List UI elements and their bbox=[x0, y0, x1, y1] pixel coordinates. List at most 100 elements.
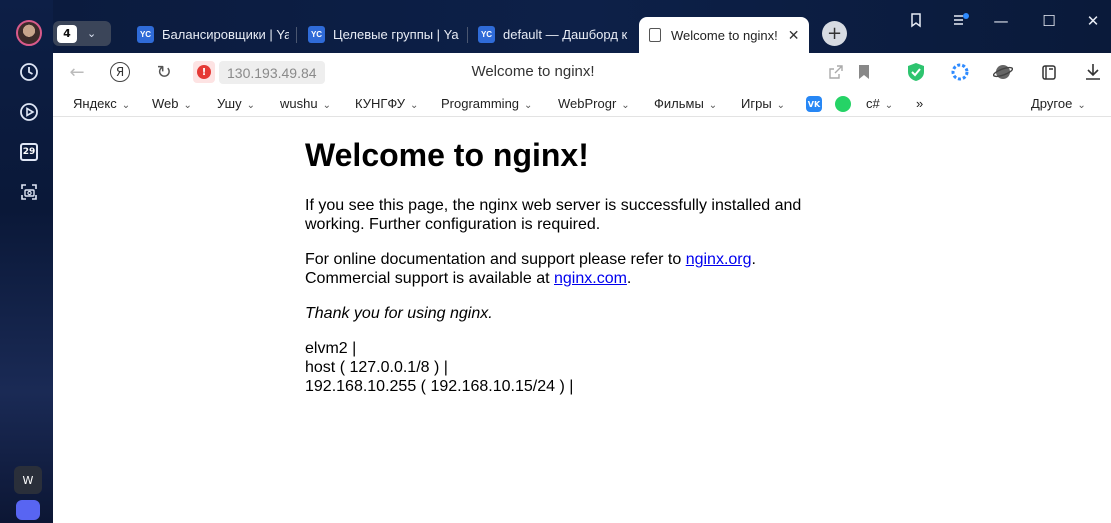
bookmark-icon[interactable] bbox=[854, 62, 874, 82]
chevron-down-icon: ⌄ bbox=[87, 27, 97, 40]
screenshot-icon[interactable] bbox=[16, 179, 42, 205]
tab-label: Балансировщики | Ya bbox=[162, 27, 289, 42]
docs-paragraph: For online documentation and support ple… bbox=[305, 250, 825, 288]
tab-nginx-active[interactable]: Welcome to nginx! ✕ bbox=[639, 17, 809, 53]
sidebar-app-w[interactable]: W bbox=[14, 466, 42, 494]
bookmark-folder[interactable]: wushu ⌄ bbox=[280, 96, 331, 111]
profile-avatar[interactable] bbox=[16, 20, 42, 46]
bookmark-label: wushu bbox=[280, 96, 318, 111]
tab-separator bbox=[467, 27, 468, 43]
bookmarks-panel-icon[interactable] bbox=[906, 12, 926, 32]
chevron-down-icon: ⌄ bbox=[776, 100, 786, 111]
yandex-logo-icon[interactable]: Я bbox=[110, 62, 130, 82]
reload-icon[interactable]: ↻ bbox=[154, 62, 174, 83]
chevron-down-icon: ⌄ bbox=[524, 100, 533, 111]
share-icon[interactable] bbox=[826, 62, 846, 82]
bookmarks-bar: Яндекс ⌄ Web ⌄ Ушу ⌄ wushu ⌄ КУНГФУ ⌄ Program… bbox=[53, 91, 1111, 117]
chevron-down-icon: ⌄ bbox=[409, 100, 419, 111]
calendar-day: 29 bbox=[20, 143, 38, 161]
thanks-text: Thank you for using nginx. bbox=[305, 305, 493, 322]
nginx-com-link[interactable]: nginx.com bbox=[554, 270, 627, 287]
bookmark-folder-other[interactable]: Другое ⌄ bbox=[1031, 96, 1086, 111]
collections-icon[interactable] bbox=[1039, 62, 1059, 82]
info-line: elvm2 | bbox=[305, 340, 357, 357]
yandex-cloud-icon: YC bbox=[137, 26, 154, 43]
tab-label: default — Дашборд к bbox=[503, 27, 628, 42]
bookmark-label: c# bbox=[866, 96, 880, 111]
bookmark-folder[interactable]: КУНГФУ ⌄ bbox=[355, 96, 418, 111]
info-line: 192.168.10.255 ( 192.168.10.15/24 ) | bbox=[305, 378, 574, 395]
chevron-down-icon: ⌄ bbox=[183, 100, 192, 111]
chevron-down-icon: ⌄ bbox=[1077, 100, 1086, 111]
bookmarks-more-button[interactable]: » bbox=[916, 96, 923, 111]
play-icon[interactable] bbox=[16, 99, 42, 125]
chevron-down-icon: ⌄ bbox=[884, 100, 894, 111]
chevron-down-icon: ⌄ bbox=[708, 100, 718, 111]
bookmark-folder[interactable]: c# ⌄ bbox=[866, 96, 893, 111]
tab-dashboard[interactable]: YC default — Дашборд к bbox=[478, 21, 630, 48]
bookmark-folder[interactable]: Игры ⌄ bbox=[741, 96, 785, 111]
whatsapp-icon[interactable] bbox=[835, 96, 851, 112]
bookmark-label: Фильмы bbox=[654, 96, 704, 111]
sync-icon[interactable] bbox=[950, 62, 970, 82]
bookmark-label: Web bbox=[152, 96, 179, 111]
chevron-down-icon: ⌄ bbox=[322, 100, 331, 111]
docs-text: . bbox=[626, 270, 632, 287]
bookmark-label: Ушу bbox=[217, 96, 242, 111]
browser-sidebar: 29 W bbox=[0, 0, 53, 523]
menu-icon[interactable] bbox=[951, 12, 971, 32]
insecure-warning-icon[interactable]: ! bbox=[193, 61, 215, 83]
tab-separator bbox=[296, 27, 297, 43]
docs-text: For online documentation and support ple… bbox=[305, 251, 686, 268]
info-line: host ( 127.0.0.1/8 ) | bbox=[305, 359, 448, 376]
tab-group-button[interactable]: 4 ⌄ bbox=[53, 21, 111, 46]
tab-bar: 4 ⌄ YC Балансировщики | Ya YC Целевые гр… bbox=[53, 0, 1111, 53]
url-field[interactable]: 130.193.49.84 bbox=[219, 61, 325, 84]
nginx-welcome: Welcome to nginx! If you see this page, … bbox=[305, 137, 825, 396]
history-icon[interactable] bbox=[16, 59, 42, 85]
back-arrow-icon[interactable]: ← bbox=[67, 62, 87, 83]
yandex-cloud-icon: YC bbox=[478, 26, 495, 43]
document-icon bbox=[649, 28, 661, 42]
page-heading: Welcome to nginx! bbox=[305, 137, 589, 173]
vk-icon[interactable]: VK bbox=[806, 96, 822, 112]
new-tab-button[interactable]: + bbox=[822, 21, 847, 46]
close-window-button[interactable]: ✕ bbox=[1083, 12, 1103, 30]
chevron-down-icon: ⌄ bbox=[246, 100, 255, 111]
chevron-down-icon: ⌄ bbox=[621, 100, 630, 111]
vpn-globe-icon[interactable] bbox=[993, 62, 1013, 82]
bookmark-folder[interactable]: Ушу ⌄ bbox=[217, 96, 255, 111]
tab-count: 4 bbox=[57, 24, 77, 43]
bookmark-label: Programming bbox=[441, 96, 520, 111]
protect-shield-icon[interactable] bbox=[906, 62, 926, 82]
bookmark-folder[interactable]: WebProgr ⌄ bbox=[558, 96, 630, 111]
maximize-button[interactable]: ☐ bbox=[1039, 12, 1059, 30]
bookmark-label: WebProgr bbox=[558, 96, 617, 111]
bookmark-folder[interactable]: Яндекс ⌄ bbox=[73, 96, 130, 111]
yandex-cloud-icon: YC bbox=[308, 26, 325, 43]
bookmark-folder[interactable]: Programming ⌄ bbox=[441, 96, 532, 111]
tab-label: Целевые группы | Ya bbox=[333, 27, 459, 42]
tab-balancers[interactable]: YC Балансировщики | Ya bbox=[137, 21, 289, 48]
address-bar: ← Я ↻ ! 130.193.49.84 Welcome to nginx! bbox=[53, 53, 1111, 91]
bookmark-label: Игры bbox=[741, 96, 772, 111]
bookmark-label: КУНГФУ bbox=[355, 96, 405, 111]
page-content: Welcome to nginx! If you see this page, … bbox=[53, 117, 1111, 523]
close-tab-icon[interactable]: ✕ bbox=[788, 27, 800, 44]
discord-icon[interactable] bbox=[16, 500, 40, 520]
tab-target-groups[interactable]: YC Целевые группы | Ya bbox=[308, 21, 460, 48]
download-icon[interactable] bbox=[1083, 62, 1103, 82]
nginx-org-link[interactable]: nginx.org bbox=[686, 251, 752, 268]
chevron-down-icon: ⌄ bbox=[121, 100, 131, 111]
docs-text: . bbox=[751, 251, 756, 268]
bookmark-folder[interactable]: Web ⌄ bbox=[152, 96, 192, 111]
tab-label: Welcome to nginx! bbox=[671, 27, 778, 43]
intro-paragraph: If you see this page, the nginx web serv… bbox=[305, 197, 802, 233]
minimize-button[interactable]: — bbox=[991, 12, 1011, 30]
bookmark-label: Яндекс bbox=[73, 96, 117, 111]
calendar-icon[interactable]: 29 bbox=[16, 139, 42, 165]
page-title-display: Welcome to nginx! bbox=[471, 63, 595, 80]
bookmark-label: Другое bbox=[1031, 96, 1073, 111]
bookmark-folder[interactable]: Фильмы ⌄ bbox=[654, 96, 717, 111]
docs-text: Commercial support is available at bbox=[305, 270, 554, 287]
